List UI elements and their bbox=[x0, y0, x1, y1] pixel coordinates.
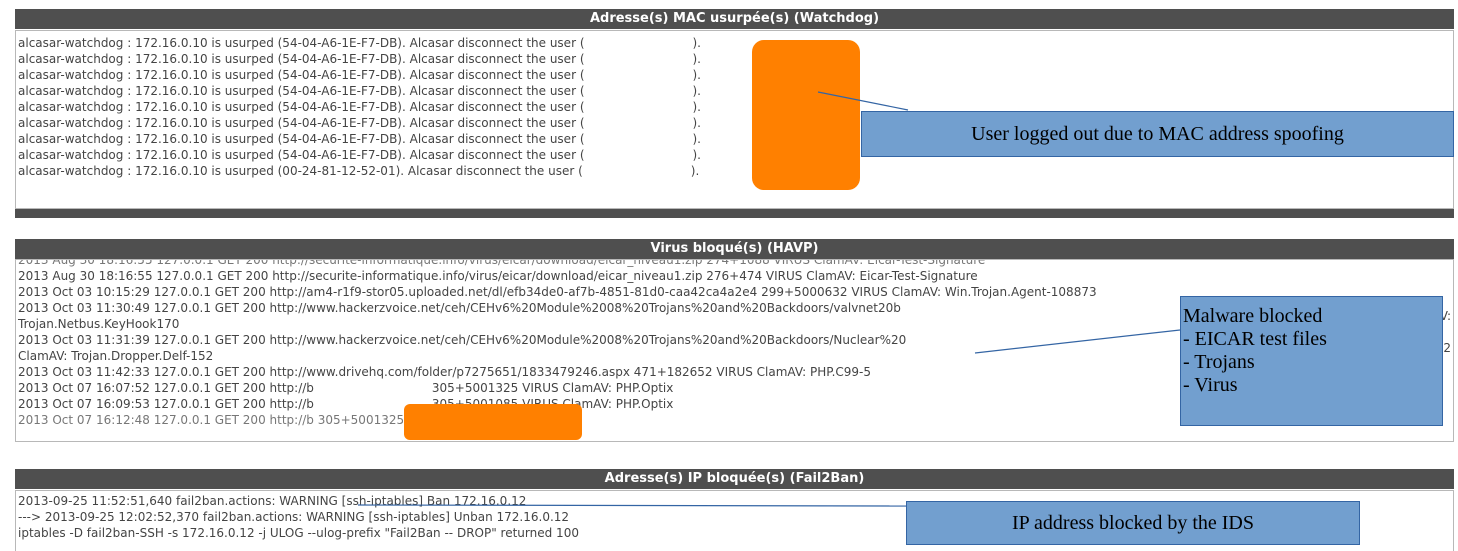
callout-item: - Virus bbox=[1183, 374, 1238, 396]
watchdog-panel-header: Adresse(s) MAC usurpée(s) (Watchdog) bbox=[15, 9, 1454, 29]
callout-text: User logged out due to MAC address spoof… bbox=[971, 123, 1344, 145]
callout-item: - Trojans bbox=[1183, 351, 1255, 373]
callout-mac-spoofing: User logged out due to MAC address spoof… bbox=[861, 111, 1454, 157]
callout-malware: Malware blocked - EICAR test files - Tro… bbox=[1180, 296, 1443, 426]
fail2ban-panel-header: Adresse(s) IP bloquée(s) (Fail2Ban) bbox=[15, 469, 1454, 489]
watchdog-panel-title: Adresse(s) MAC usurpée(s) (Watchdog) bbox=[589, 11, 880, 26]
log-line-partial: 2013 Aug 30 18:16:55 127.0.0.1 GET 200 h… bbox=[18, 259, 986, 267]
callout-item: - EICAR test files bbox=[1183, 328, 1327, 350]
log-line: alcasar-watchdog : 172.16.0.10 is usurpe… bbox=[18, 164, 700, 178]
callout-title: Malware blocked bbox=[1183, 305, 1323, 327]
havp-panel-title: Virus bloqué(s) (HAVP) bbox=[650, 241, 819, 256]
log-line-edge: 2 bbox=[1443, 341, 1451, 355]
callout-text: IP address blocked by the IDS bbox=[1012, 512, 1254, 534]
havp-panel-header: Virus bloqué(s) (HAVP) bbox=[15, 239, 1454, 259]
callout-ip-blocked: IP address blocked by the IDS bbox=[906, 501, 1360, 545]
log-line: alcasar-watchdog : 172.16.0.10 is usurpe… bbox=[18, 68, 701, 82]
redaction-block bbox=[752, 40, 860, 190]
redaction-block bbox=[404, 404, 582, 440]
log-line: alcasar-watchdog : 172.16.0.10 is usurpe… bbox=[18, 36, 701, 50]
log-line: alcasar-watchdog : 172.16.0.10 is usurpe… bbox=[18, 52, 701, 66]
watchdog-panel-footer bbox=[15, 209, 1454, 218]
log-line: 2013 Aug 30 18:16:55 127.0.0.1 GET 200 h… bbox=[18, 269, 978, 283]
log-line: alcasar-watchdog : 172.16.0.10 is usurpe… bbox=[18, 84, 701, 98]
fail2ban-panel-title: Adresse(s) IP bloquée(s) (Fail2Ban) bbox=[604, 471, 865, 486]
